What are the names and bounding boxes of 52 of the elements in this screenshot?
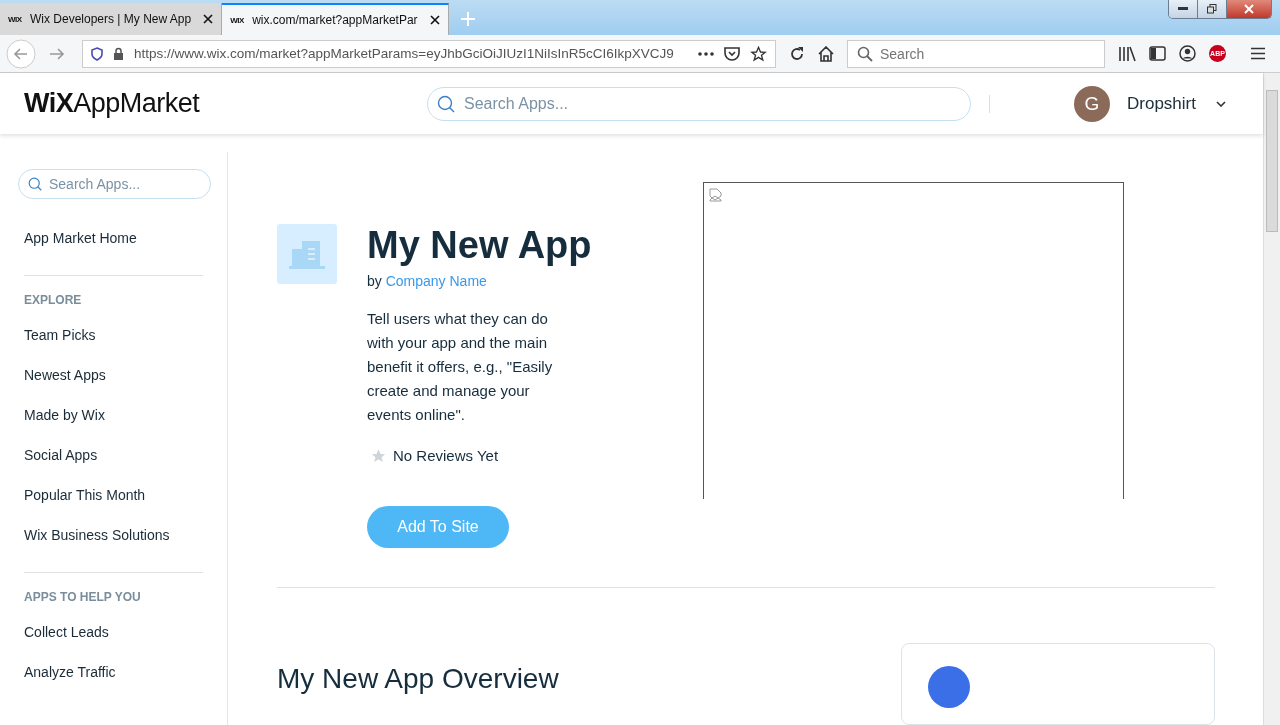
chevron-down-icon[interactable]	[1215, 100, 1226, 107]
sidebar-link[interactable]: Collect Leads	[24, 612, 211, 652]
favicon: WIX	[8, 14, 23, 24]
search-icon	[437, 94, 455, 113]
close-icon[interactable]	[429, 15, 440, 25]
building-icon	[289, 239, 325, 269]
sidebar-link[interactable]: Made by Wix	[24, 395, 211, 435]
menu-icon[interactable]	[1251, 47, 1265, 60]
star-icon[interactable]	[750, 45, 767, 62]
sidebar-link[interactable]: Team Picks	[24, 315, 211, 355]
restore-icon[interactable]	[1207, 4, 1217, 14]
avatar[interactable]: G	[1074, 85, 1110, 122]
scrollbar[interactable]	[1263, 73, 1280, 725]
window-controls[interactable]	[1168, 0, 1272, 19]
account-icon[interactable]	[1179, 45, 1196, 62]
reviews-label: No Reviews Yet	[393, 447, 499, 464]
search-icon	[28, 177, 42, 191]
favicon: WIX	[230, 15, 245, 25]
star-icon	[370, 447, 387, 464]
library-icon[interactable]	[1118, 45, 1136, 62]
section-heading: EXPLORE	[24, 293, 83, 309]
app-market-logo[interactable]: WiXAppMarket	[24, 88, 427, 119]
search-field[interactable]: Search Apps...	[18, 169, 211, 199]
address-bar[interactable]: https://www.wix.com/market?appMarketParams=eyJhbGciOiJIUzI1NiIsInR5cCI6IkpXVCJ9	[82, 39, 776, 68]
minimize-icon[interactable]	[1178, 7, 1188, 11]
home-icon[interactable]	[818, 45, 834, 62]
search-field[interactable]: Search Apps...	[427, 86, 971, 121]
browser-tab[interactable]: WIX wix.com/market?appMarketPar	[222, 3, 449, 35]
sidebar-link[interactable]: Social Apps	[24, 435, 211, 475]
more-icon[interactable]	[698, 51, 714, 56]
sidebar-link[interactable]: App Market Home	[24, 218, 211, 258]
section-title: My New App Overview	[277, 662, 559, 696]
sidebar-icon[interactable]	[1149, 46, 1166, 61]
lock-icon	[113, 47, 124, 60]
search-field[interactable]: Search	[847, 39, 1105, 68]
search-icon	[857, 45, 873, 62]
reload-icon[interactable]	[789, 45, 805, 62]
sidebar-link[interactable]: Popular This Month	[24, 475, 211, 515]
browser-tab[interactable]: WIX Wix Developers | My New App	[0, 3, 223, 35]
section-heading: APPS TO HELP YOU	[24, 590, 142, 606]
sidebar-link[interactable]: Wix Business Solutions	[24, 515, 211, 555]
user-name[interactable]: Dropshirt	[1127, 93, 1196, 114]
sidebar-link[interactable]: Analyze Traffic	[24, 652, 211, 692]
app-title: My New App	[367, 223, 592, 268]
close-icon[interactable]	[203, 14, 214, 24]
pocket-icon[interactable]	[724, 46, 740, 61]
shield-icon	[91, 46, 103, 61]
by-label: by	[367, 273, 382, 289]
sidebar-link[interactable]: Newest Apps	[24, 355, 211, 395]
broken-image-icon	[709, 188, 722, 202]
forward-icon[interactable]	[49, 46, 65, 61]
app-description: Tell users what they can do with your app and the main benefit it offers, e.g., "Easily create and manage your events online".	[367, 309, 554, 425]
